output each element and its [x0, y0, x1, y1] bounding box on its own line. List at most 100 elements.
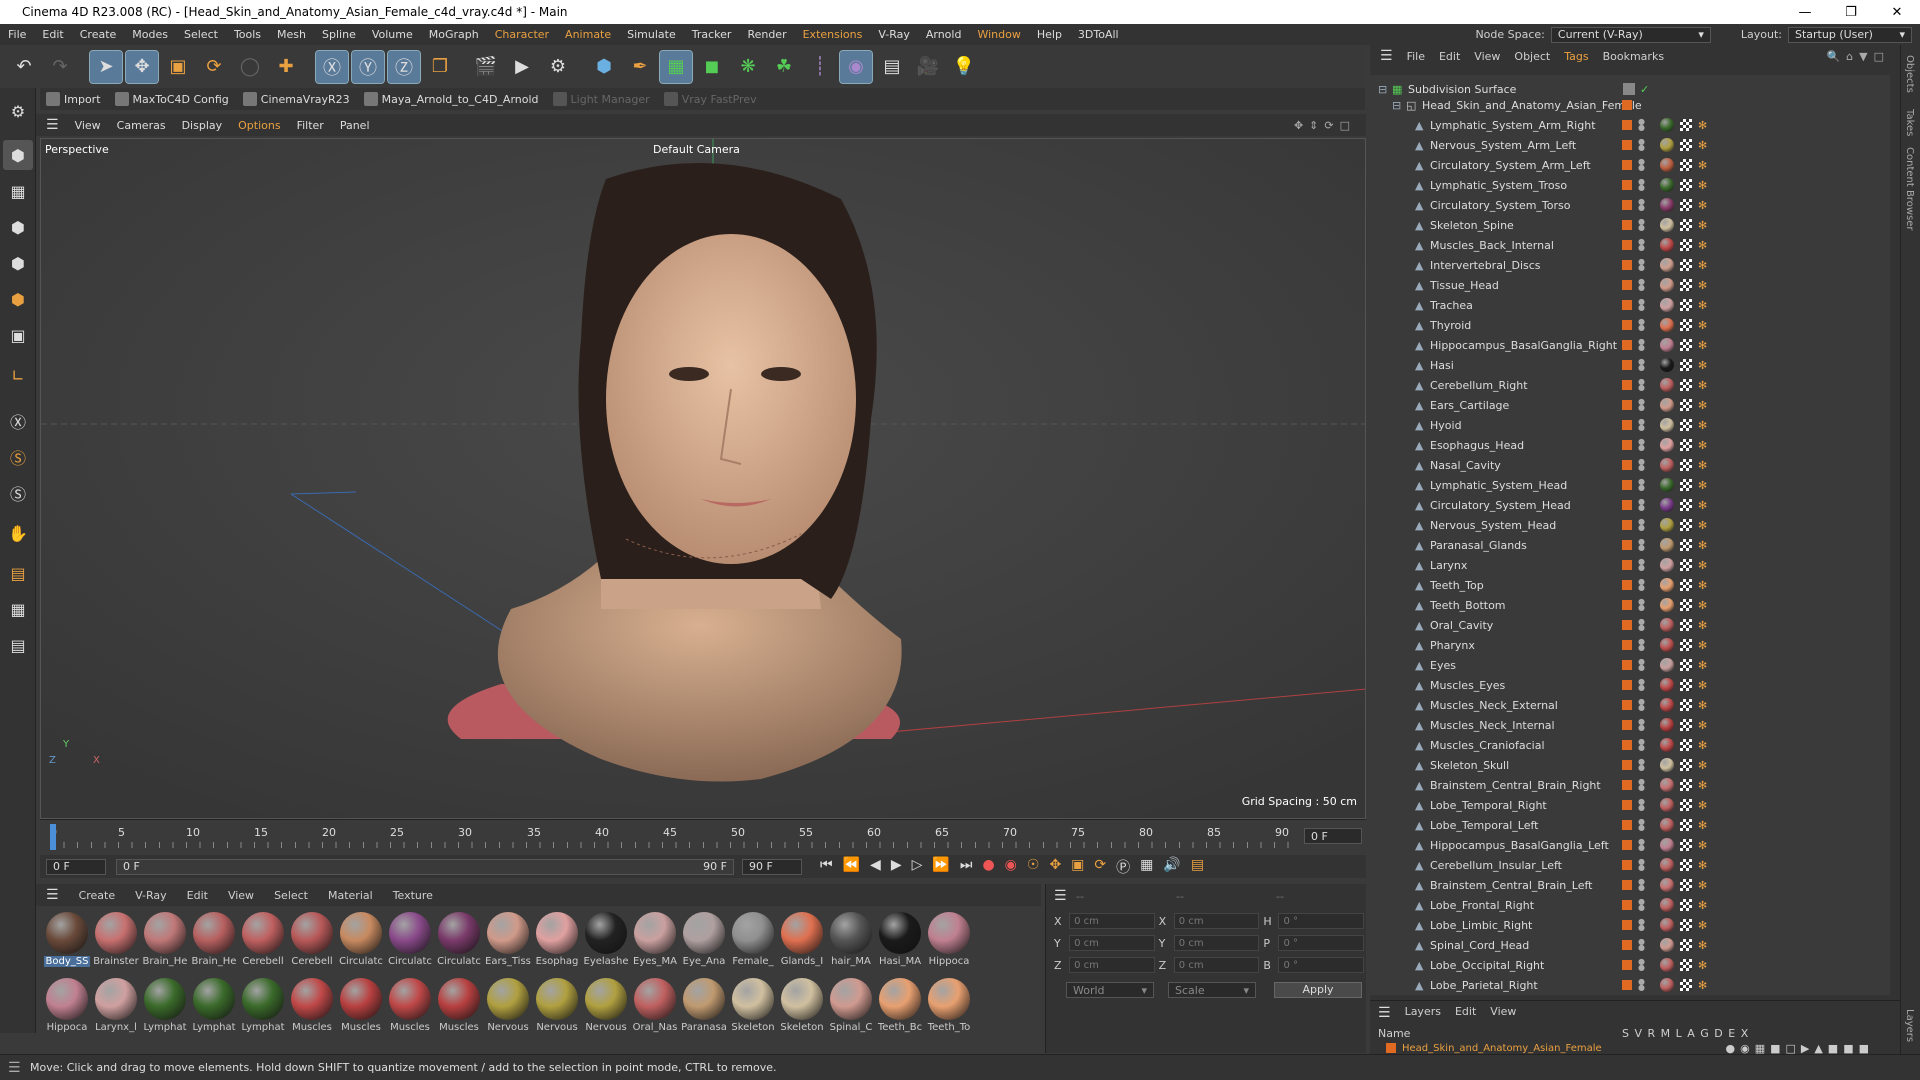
next-key-icon[interactable]: ⏩ — [932, 857, 949, 877]
material-tag-icon[interactable] — [1660, 338, 1674, 352]
next-frame-icon[interactable]: ▷ — [912, 857, 923, 877]
tree-row[interactable]: ▲ Ears_Cartilage ● ● ✻ — [1370, 395, 1890, 415]
timeline-settings-icon[interactable]: ▤ — [1191, 857, 1204, 877]
render-view-icon[interactable]: 🎬 — [470, 51, 502, 83]
tab-takes[interactable]: Takes — [1904, 109, 1915, 136]
live-select-icon[interactable]: ◯ — [234, 51, 266, 83]
edges-mode-icon[interactable]: ⬢ — [3, 248, 33, 278]
mat-menu-vray[interactable]: V-Ray — [135, 889, 167, 902]
material-tag-icon[interactable] — [1660, 198, 1674, 212]
menu-volume[interactable]: Volume — [364, 28, 421, 41]
uvw-tag-icon[interactable] — [1680, 759, 1692, 771]
material-tag-icon[interactable] — [1660, 738, 1674, 752]
tree-row[interactable]: ▲ Lobe_Temporal_Left ● ● ✻ — [1370, 815, 1890, 835]
layer-toggle-icons[interactable]: ●◉▦■□▶▲■■■ — [1726, 1042, 1874, 1055]
tree-row[interactable]: ▲ Brainstem_Central_Brain_Right ● ● ✻ — [1370, 775, 1890, 795]
uvw-tag-icon[interactable] — [1680, 419, 1692, 431]
layer-swatch[interactable] — [1622, 340, 1632, 350]
uvw-tag-icon[interactable] — [1680, 479, 1692, 491]
tree-row[interactable]: ▲ Cerebellum_Right ● ● ✻ — [1370, 375, 1890, 395]
polygons-mode-icon[interactable]: ⬢ — [3, 284, 33, 314]
material-tag-icon[interactable] — [1660, 398, 1674, 412]
visibility-dots[interactable]: ● ● — [1638, 818, 1645, 832]
phong-tag-icon[interactable]: ✻ — [1698, 879, 1707, 892]
timeline[interactable]: 0 5 10 15 20 25 30 35 40 45 50 55 60 65 … — [40, 819, 1366, 855]
material-swatch[interactable]: Nervous — [583, 976, 629, 1038]
menu-spline[interactable]: Spline — [314, 28, 364, 41]
material-swatch[interactable]: Hippoca — [926, 910, 972, 972]
uvw-tag-icon[interactable] — [1680, 639, 1692, 651]
material-swatch[interactable]: Hasi_MA — [877, 910, 923, 972]
hamburger-icon[interactable]: ☰ — [1380, 48, 1393, 64]
layer-swatch[interactable] — [1622, 580, 1632, 590]
visibility-dots[interactable]: ● ● — [1638, 198, 1645, 212]
phong-tag-icon[interactable]: ✻ — [1698, 379, 1707, 392]
layer-menu-edit[interactable]: Edit — [1455, 1005, 1476, 1021]
layer-menu-view[interactable]: View — [1490, 1005, 1516, 1021]
visibility-dots[interactable]: ● ● — [1638, 778, 1645, 792]
uvw-tag-icon[interactable] — [1680, 379, 1692, 391]
material-swatch[interactable]: Brainster — [93, 910, 139, 972]
menu-tools[interactable]: Tools — [226, 28, 269, 41]
uvw-tag-icon[interactable] — [1680, 839, 1692, 851]
material-tag-icon[interactable] — [1660, 278, 1674, 292]
tree-row[interactable]: ▲ Circulatory_System_Torso ● ● ✻ — [1370, 195, 1890, 215]
material-swatch[interactable]: Nervous — [534, 976, 580, 1038]
menu-file[interactable]: File — [0, 28, 34, 41]
axis-mode-icon[interactable]: ∟ — [3, 360, 33, 390]
tree-row[interactable]: ▲ Pharynx ● ● ✻ — [1370, 635, 1890, 655]
layer-swatch[interactable] — [1622, 160, 1632, 170]
layer-swatch[interactable] — [1622, 660, 1632, 670]
layer-swatch[interactable] — [1622, 320, 1632, 330]
tree-row[interactable]: ▲ Intervertebral_Discs ● ● ✻ — [1370, 255, 1890, 275]
menu-arnold[interactable]: Arnold — [918, 28, 970, 41]
visibility-dots[interactable]: ● ● — [1638, 838, 1645, 852]
uvw-tag-icon[interactable] — [1680, 979, 1692, 991]
mat-menu-material[interactable]: Material — [328, 889, 373, 902]
material-tag-icon[interactable] — [1660, 598, 1674, 612]
menu-animate[interactable]: Animate — [557, 28, 619, 41]
uvw-tag-icon[interactable] — [1680, 619, 1692, 631]
material-swatch[interactable]: Teeth_Bc — [877, 976, 923, 1038]
uvw-tag-icon[interactable] — [1680, 199, 1692, 211]
visibility-dots[interactable]: ● ● — [1638, 698, 1645, 712]
scale-key-icon[interactable]: ▣ — [1071, 857, 1084, 877]
visibility-dots[interactable]: ● ● — [1638, 718, 1645, 732]
material-tag-icon[interactable] — [1660, 498, 1674, 512]
coordinate-system-icon[interactable]: ❐ — [424, 51, 456, 83]
phong-tag-icon[interactable]: ✻ — [1698, 759, 1707, 772]
move-tool-icon[interactable]: ✥ — [125, 49, 159, 84]
layer-swatch[interactable] — [1622, 600, 1632, 610]
layer-swatch[interactable] — [1622, 560, 1632, 570]
phong-tag-icon[interactable]: ✻ — [1698, 799, 1707, 812]
workplane-icon[interactable]: ▤ — [3, 558, 33, 588]
array-icon[interactable]: ☘ — [768, 51, 800, 83]
light-manager-button[interactable]: Light Manager — [552, 92, 650, 106]
material-swatch[interactable]: Eyes_MA — [632, 910, 678, 972]
phong-tag-icon[interactable]: ✻ — [1698, 739, 1707, 752]
uvw-tag-icon[interactable] — [1680, 879, 1692, 891]
redo-icon[interactable]: ↷ — [44, 51, 76, 83]
hamburger-icon[interactable]: ☰ — [1378, 1005, 1391, 1021]
visibility-dots[interactable]: ● ● — [1638, 338, 1645, 352]
uvw-tag-icon[interactable] — [1680, 739, 1692, 751]
uvw-tag-icon[interactable] — [1680, 959, 1692, 971]
menu-simulate[interactable]: Simulate — [619, 28, 684, 41]
tree-row[interactable]: ▲ Lobe_Frontal_Right ● ● ✻ — [1370, 895, 1890, 915]
material-swatch[interactable]: Spinal_C — [828, 976, 874, 1038]
uvw-tag-icon[interactable] — [1680, 659, 1692, 671]
scale-tool-icon[interactable]: ▣ — [162, 51, 194, 83]
material-tag-icon[interactable] — [1660, 818, 1674, 832]
import-button[interactable]: Import — [46, 92, 101, 106]
previous-frame-icon[interactable]: ◀ — [870, 857, 881, 877]
phong-tag-icon[interactable]: ✻ — [1698, 919, 1707, 932]
menu-tracker[interactable]: Tracker — [684, 28, 740, 41]
uvw-tag-icon[interactable] — [1680, 499, 1692, 511]
visibility-dots[interactable]: ● ● — [1638, 178, 1645, 192]
viewport-menu-filter[interactable]: Filter — [297, 119, 324, 132]
tree-row[interactable]: ▲ Lymphatic_System_Arm_Right ● ● ✻ — [1370, 115, 1890, 135]
material-swatch[interactable]: Cerebell — [289, 910, 335, 972]
material-swatch[interactable]: Cerebell — [240, 910, 286, 972]
layer-swatch[interactable] — [1622, 900, 1632, 910]
layer-swatch[interactable] — [1622, 800, 1632, 810]
